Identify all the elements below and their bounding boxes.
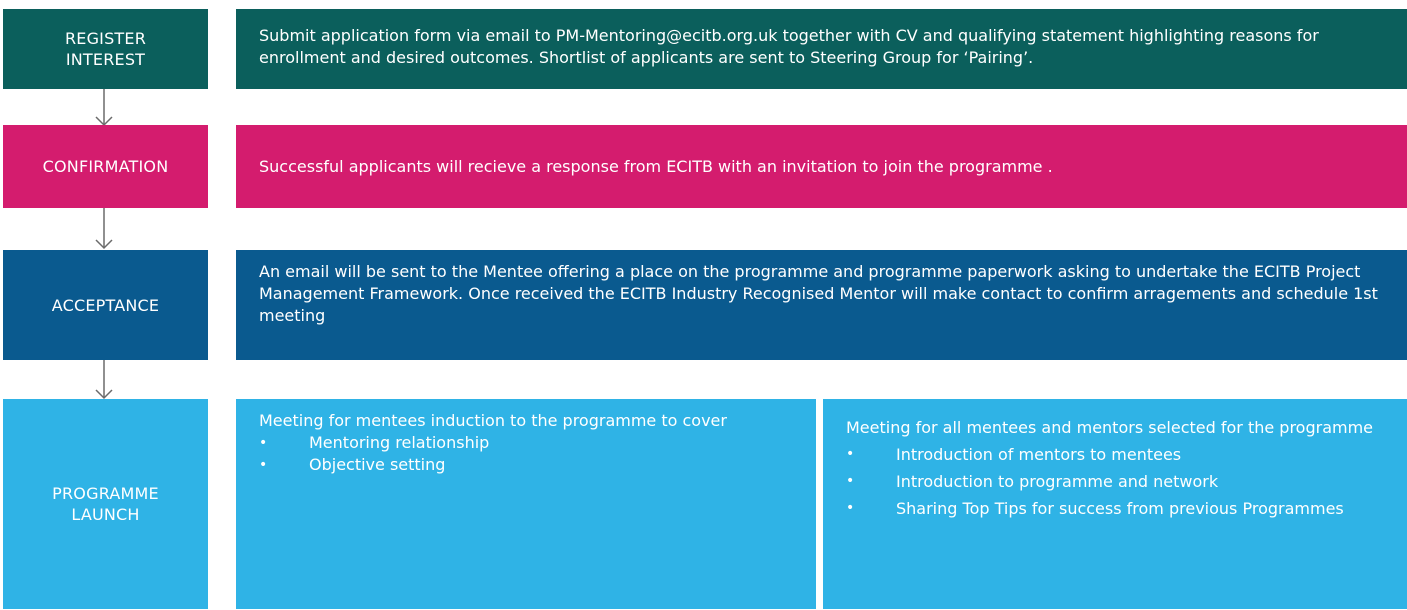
list-item: Introduction to programme and network [846,468,1391,495]
panel-intro: Meeting for all mentees and mentors sele… [846,418,1374,437]
step-description-acceptance: An email will be sent to the Mentee offe… [236,250,1407,360]
step-label-text: REGISTER INTEREST [64,29,147,69]
launch-mentee-induction-panel: Meeting for mentees induction to the pro… [236,399,816,609]
step-label-acceptance: ACCEPTANCE [3,250,208,360]
step-label-confirmation: CONFIRMATION [3,125,208,208]
bullet-list: Introduction of mentors to mentees Intro… [846,441,1391,522]
down-arrow-icon [95,208,113,250]
step-description-text: Successful applicants will recieve a res… [259,156,1053,176]
list-item: Introduction of mentors to mentees [846,441,1391,468]
bullet-list: Mentoring relationship Objective setting [259,432,800,476]
step-description-confirmation: Successful applicants will recieve a res… [236,125,1407,208]
step-description-register-interest: Submit application form via email to PM-… [236,9,1407,89]
list-item: Objective setting [259,454,800,476]
list-item: Mentoring relationship [259,432,800,454]
down-arrow-icon [95,89,113,127]
step-description-text: Submit application form via email to PM-… [259,26,1319,67]
panel-intro: Meeting for mentees induction to the pro… [259,411,727,430]
step-label-register-interest: REGISTER INTEREST [3,9,208,89]
step-label-programme-launch: PROGRAMME LAUNCH [3,399,208,609]
launch-all-participants-panel: Meeting for all mentees and mentors sele… [823,399,1407,609]
list-item: Sharing Top Tips for success from previo… [846,495,1391,522]
step-label-text: CONFIRMATION [42,157,169,176]
down-arrow-icon [95,360,113,400]
step-label-text: PROGRAMME LAUNCH [52,484,159,524]
step-label-text: ACCEPTANCE [51,295,160,315]
step-description-text: An email will be sent to the Mentee offe… [259,262,1378,325]
